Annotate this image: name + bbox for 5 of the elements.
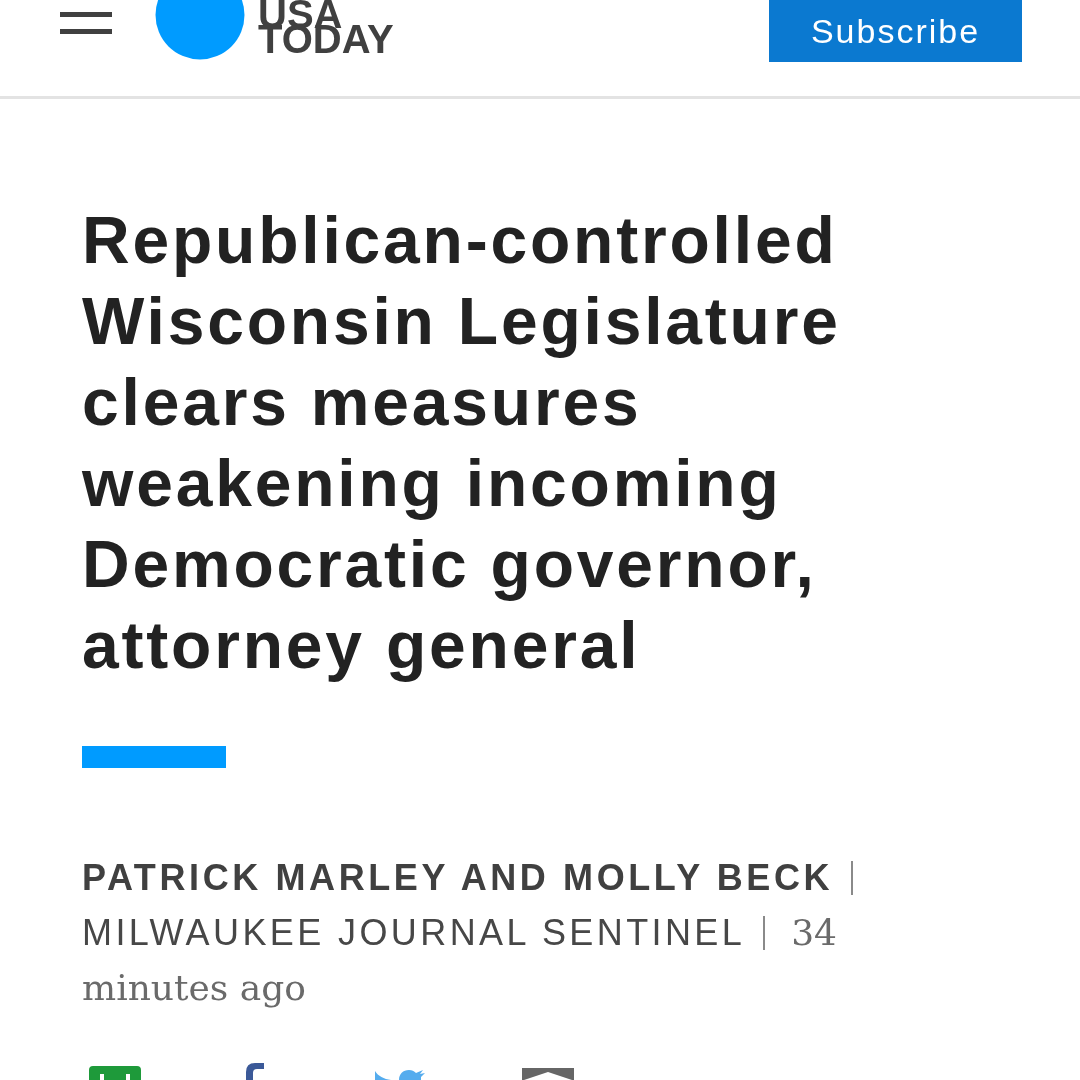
logo-wordmark[interactable]: USA TODAY	[258, 0, 394, 52]
envelope-icon[interactable]	[522, 1068, 574, 1080]
article-headline: Republican-controlled Wisconsin Legislature clears measures weakening incoming Democratic governor, attorney general	[82, 202, 842, 684]
article-byline: PATRICK MARLEY AND MOLLY BECK MILWAUKEE JOURNAL SENTINEL 34 minutes ago	[82, 850, 932, 1015]
subscribe-button[interactable]: Subscribe	[769, 0, 1022, 62]
